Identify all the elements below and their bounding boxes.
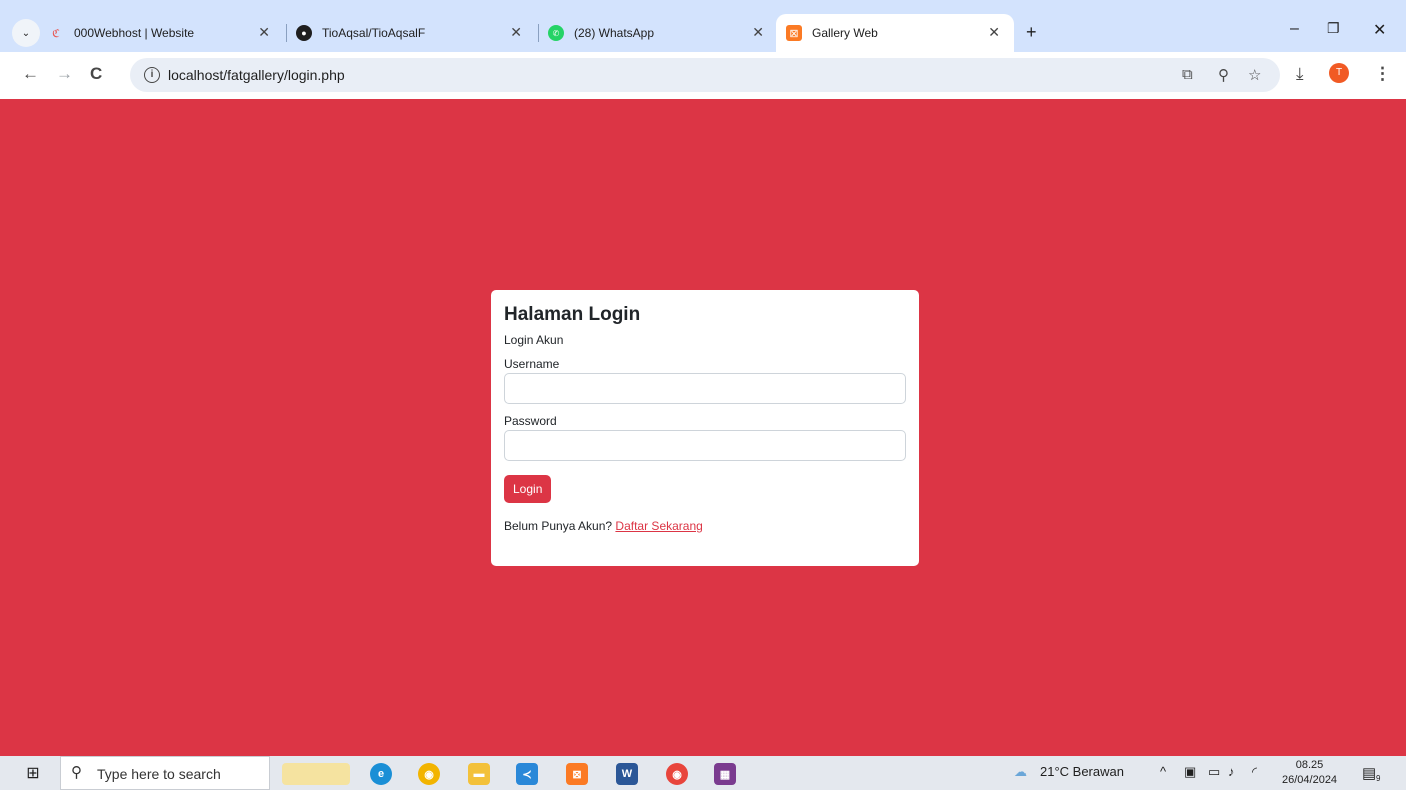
username-label: Username: [504, 357, 560, 371]
close-tab-icon[interactable]: ✕: [752, 24, 764, 41]
site-info-icon[interactable]: i: [144, 67, 160, 83]
system-clock[interactable]: 08.25 26/04/2024: [1282, 758, 1337, 788]
zoom-icon[interactable]: ⚲: [1218, 66, 1229, 84]
page-title: Halaman Login: [504, 304, 641, 325]
tab-title: (28) WhatsApp: [574, 26, 655, 40]
tab-000webhost[interactable]: ℭ 000Webhost | Website ✕: [48, 14, 284, 52]
translate-icon[interactable]: ⧉: [1182, 66, 1193, 83]
browser-tab-strip: ⌄ ℭ 000Webhost | Website ✕ ● TioAqsal/Ti…: [0, 0, 1406, 52]
clock-time: 08.25: [1295, 759, 1324, 771]
notification-count: 9: [1376, 774, 1381, 783]
register-link[interactable]: Daftar Sekarang: [615, 519, 702, 533]
word-icon[interactable]: W: [616, 763, 638, 785]
minimize-icon[interactable]: –: [1290, 20, 1299, 38]
tab-whatsapp[interactable]: ✆ (28) WhatsApp ✕: [548, 14, 778, 52]
back-icon[interactable]: ←: [22, 64, 39, 84]
restore-icon[interactable]: ❐: [1327, 20, 1340, 37]
login-card: Halaman Login Login Akun Username Passwo…: [491, 290, 919, 566]
password-input[interactable]: [504, 430, 906, 461]
notification-icon[interactable]: ▤: [1362, 764, 1376, 782]
more-menu-icon[interactable]: ⋮: [1374, 64, 1391, 84]
password-label: Password: [504, 414, 557, 428]
search-placeholder: Type here to search: [97, 766, 221, 782]
card-subtitle: Login Akun: [504, 333, 564, 347]
register-prompt: Belum Punya Akun? Daftar Sekarang: [504, 519, 906, 533]
tab-title: TioAqsal/TioAqsalF: [322, 26, 426, 40]
close-tab-icon[interactable]: ✕: [258, 24, 270, 41]
username-input[interactable]: [504, 373, 906, 404]
browser-toolbar: ← → C i localhost/fatgallery/login.php ⧉…: [0, 52, 1406, 99]
widget-news-icon[interactable]: [282, 763, 350, 785]
close-tab-icon[interactable]: ✕: [988, 24, 1000, 41]
vscode-icon[interactable]: ≺: [516, 763, 538, 785]
whatsapp-icon: ✆: [548, 25, 564, 41]
close-tab-icon[interactable]: ✕: [510, 24, 522, 41]
forward-icon[interactable]: →: [56, 64, 73, 84]
github-icon: ●: [296, 25, 312, 41]
tab-search-chevron-icon[interactable]: ⌄: [12, 19, 40, 47]
tab-separator: [286, 24, 287, 42]
tray-app-icon[interactable]: ▣: [1184, 764, 1196, 780]
volume-icon[interactable]: ♪: [1228, 764, 1235, 779]
winrar-icon[interactable]: ▦: [714, 763, 736, 785]
weather-cloud-icon[interactable]: ☁: [1014, 764, 1027, 780]
tab-github[interactable]: ● TioAqsal/TioAqsalF ✕: [296, 14, 536, 52]
register-text: Belum Punya Akun?: [504, 519, 613, 533]
search-icon: ⚲: [71, 764, 82, 781]
xampp-icon[interactable]: ⊠: [566, 763, 588, 785]
battery-icon[interactable]: ▭: [1208, 764, 1220, 780]
new-tab-icon[interactable]: +: [1026, 22, 1037, 43]
url-text[interactable]: localhost/fatgallery/login.php: [168, 67, 345, 83]
tab-separator: [538, 24, 539, 42]
address-bar[interactable]: i localhost/fatgallery/login.php ⧉ ⚲ ☆: [130, 58, 1280, 92]
tab-title: Gallery Web: [812, 26, 878, 40]
window-close-icon[interactable]: ✕: [1373, 20, 1386, 40]
login-button[interactable]: Login: [504, 475, 552, 503]
chrome-profile-icon[interactable]: ◉: [666, 763, 688, 785]
weather-text[interactable]: 21°C Berawan: [1040, 764, 1124, 779]
taskbar-search[interactable]: ⚲ Type here to search: [60, 756, 270, 790]
file-explorer-icon[interactable]: ▬: [468, 763, 490, 785]
windows-taskbar: ⊞ ⚲ Type here to search e ◉ ▬ ≺ ⊠ W ◉ ▦ …: [0, 756, 1406, 790]
tray-chevron-icon[interactable]: ^: [1160, 764, 1166, 779]
webhost-icon: ℭ: [52, 27, 60, 40]
chrome-icon[interactable]: ◉: [418, 763, 440, 785]
xampp-icon: ⊠: [786, 25, 802, 41]
profile-avatar[interactable]: T: [1329, 63, 1349, 83]
tab-title: 000Webhost | Website: [74, 26, 195, 40]
download-icon[interactable]: ⤓: [1296, 64, 1304, 84]
tab-gallery-web[interactable]: ⊠ Gallery Web ✕: [776, 14, 1014, 52]
wifi-icon[interactable]: ◜: [1252, 764, 1257, 780]
bookmark-star-icon[interactable]: ☆: [1248, 66, 1261, 84]
windows-start-icon[interactable]: ⊞: [22, 762, 44, 784]
clock-date: 26/04/2024: [1282, 774, 1338, 786]
reload-icon[interactable]: C: [90, 64, 102, 84]
edge-icon[interactable]: e: [370, 763, 392, 785]
